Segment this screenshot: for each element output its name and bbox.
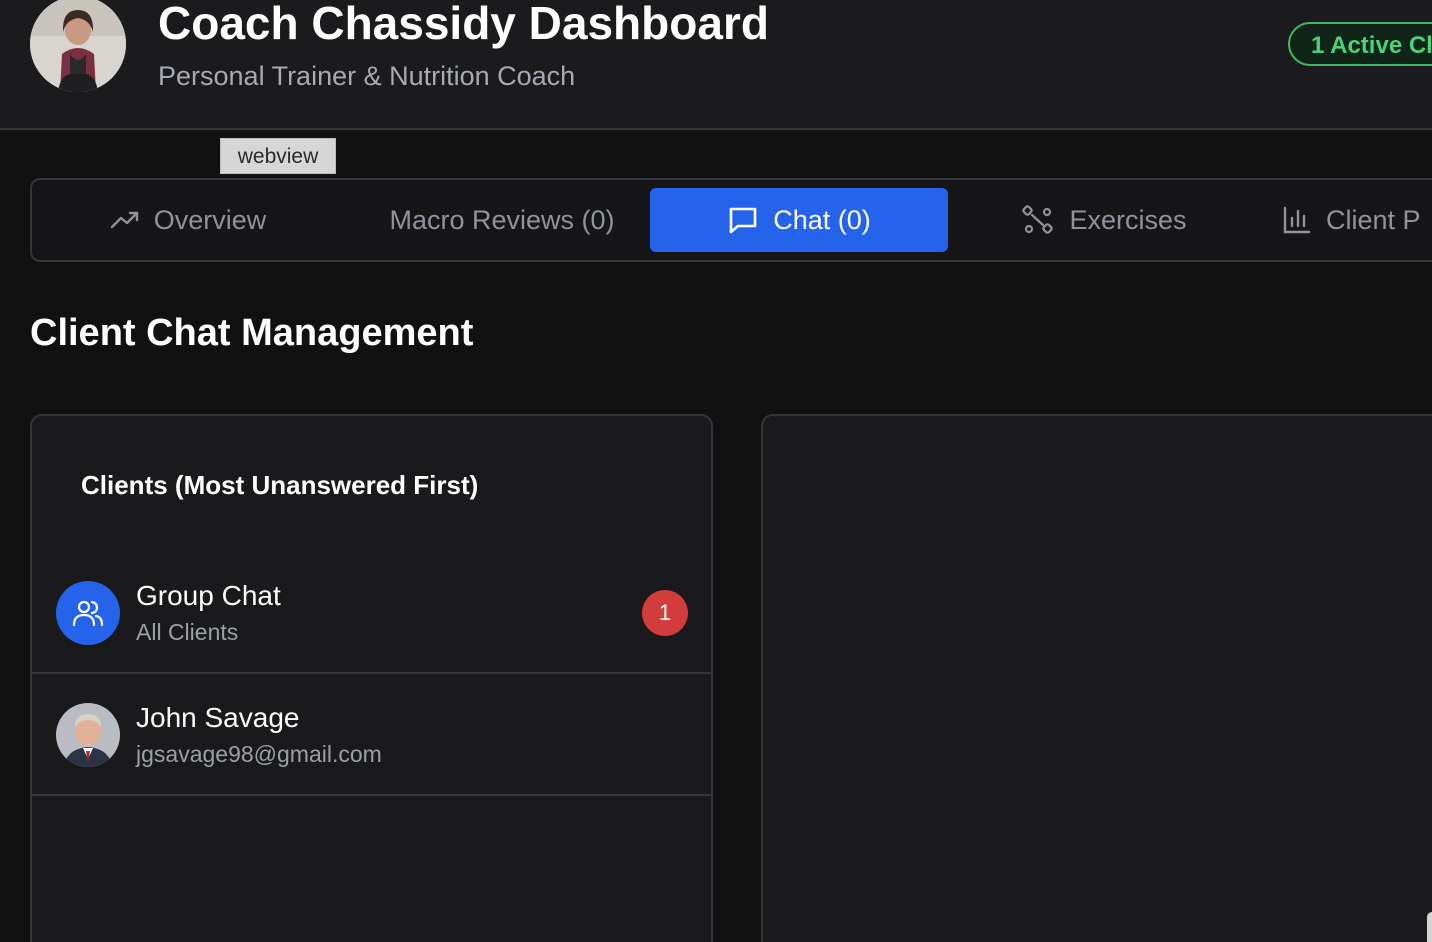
coach-dashboard-page: Coach Chassidy Dashboard Personal Traine… <box>0 0 1432 942</box>
webview-label: webview <box>220 138 336 174</box>
tab-exercises-label: Exercises <box>1069 204 1187 235</box>
chat-panel <box>761 414 1432 942</box>
coach-avatar <box>30 0 126 92</box>
coach-subtitle: Personal Trainer & Nutrition Coach <box>158 61 576 91</box>
tab-overview[interactable]: Overview <box>98 188 278 252</box>
tab-macro-reviews-label: Macro Reviews (0) <box>389 204 615 235</box>
tab-exercises[interactable]: Exercises <box>1012 188 1196 252</box>
dashboard-tabs: Overview Macro Reviews (0) Chat (0) Exer… <box>30 178 1432 262</box>
dashboard-title: Coach Chassidy Dashboard <box>158 0 769 49</box>
users-icon <box>72 600 104 627</box>
group-avatar <box>56 581 120 645</box>
client-row-group-chat[interactable]: Group Chat All Clients 1 <box>32 552 711 674</box>
client-row-john-savage[interactable]: John Savage jgsavage98@gmail.com <box>32 674 711 796</box>
client-list-panel: Clients (Most Unanswered First) Group Ch… <box>30 414 713 942</box>
message-square-icon <box>729 207 757 234</box>
tab-macro-reviews[interactable]: Macro Reviews (0) <box>378 188 626 252</box>
avatar <box>56 703 120 767</box>
client-email: jgsavage98@gmail.com <box>136 741 382 767</box>
tab-overview-label: Overview <box>153 204 267 235</box>
active-clients-badge: 1 Active Clients <box>1288 22 1432 66</box>
trending-up-icon <box>110 211 138 229</box>
client-name: Group Chat <box>136 580 281 611</box>
tab-client-progress[interactable]: Client P <box>1282 188 1432 252</box>
client-name: John Savage <box>136 702 300 733</box>
section-heading: Client Chat Management <box>30 312 474 354</box>
scrollbar-handle[interactable] <box>1427 912 1432 942</box>
bar-chart-icon <box>1283 206 1311 234</box>
client-list-title: Clients (Most Unanswered First) <box>81 470 479 500</box>
unread-count-badge: 1 <box>642 590 688 636</box>
dumbbell-icon <box>1022 205 1054 234</box>
dashboard-header: Coach Chassidy Dashboard Personal Traine… <box>0 0 1432 130</box>
tab-client-progress-label: Client P <box>1326 204 1421 235</box>
tab-chat-label: Chat (0) <box>773 204 871 235</box>
client-subtitle: All Clients <box>136 619 239 645</box>
tab-chat[interactable]: Chat (0) <box>650 188 948 252</box>
